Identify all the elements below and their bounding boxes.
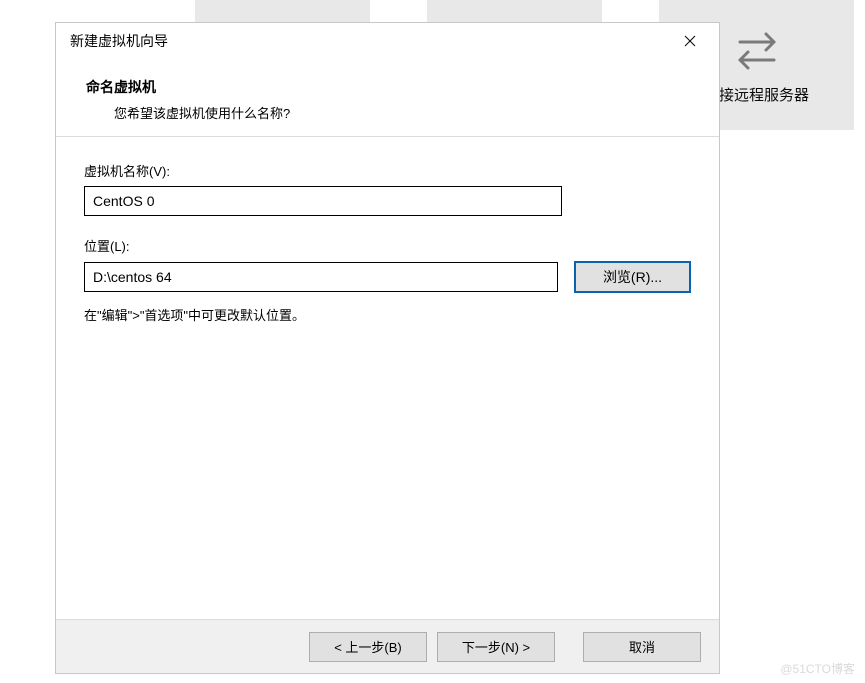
wizard-step-title: 命名虚拟机 xyxy=(86,77,689,97)
back-button[interactable]: < 上一步(B) xyxy=(309,632,427,662)
next-button[interactable]: 下一步(N) > xyxy=(437,632,555,662)
cancel-button[interactable]: 取消 xyxy=(583,632,701,662)
browse-button[interactable]: 浏览(R)... xyxy=(574,261,691,293)
wizard-footer: < 上一步(B) 下一步(N) > 取消 xyxy=(56,619,719,673)
titlebar: 新建虚拟机向导 xyxy=(56,23,719,59)
vm-name-label: 虚拟机名称(V): xyxy=(84,161,691,180)
close-icon xyxy=(684,35,696,47)
new-vm-wizard-dialog: 新建虚拟机向导 命名虚拟机 您希望该虚拟机使用什么名称? 虚拟机名称(V): 位… xyxy=(55,22,720,674)
close-button[interactable] xyxy=(673,27,707,55)
swap-arrows-icon xyxy=(732,26,782,76)
watermark: @51CTO博客 xyxy=(780,660,855,677)
wizard-step-subtitle: 您希望该虚拟机使用什么名称? xyxy=(114,103,689,122)
vm-location-input[interactable] xyxy=(84,262,558,292)
wizard-body: 虚拟机名称(V): 位置(L): 浏览(R)... 在"编辑">"首选项"中可更… xyxy=(56,137,719,619)
wizard-header: 命名虚拟机 您希望该虚拟机使用什么名称? xyxy=(56,59,719,137)
dialog-title: 新建虚拟机向导 xyxy=(70,31,168,51)
vm-name-input[interactable] xyxy=(84,186,562,216)
location-hint: 在"编辑">"首选项"中可更改默认位置。 xyxy=(84,305,691,324)
vm-location-label: 位置(L): xyxy=(84,236,691,255)
